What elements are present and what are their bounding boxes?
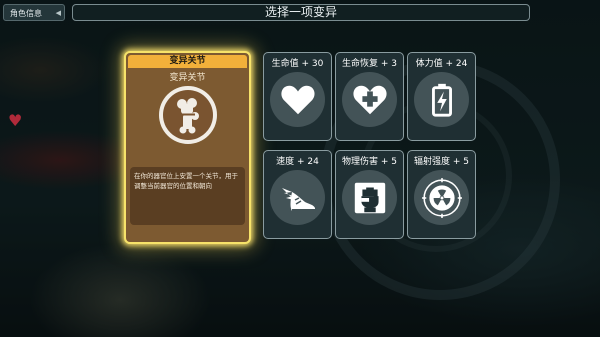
character-info-tab[interactable]: 角色信息 ◀	[3, 4, 65, 21]
option-label: 体力值 + 24	[415, 59, 468, 69]
fist-icon	[342, 170, 397, 225]
selected-mutation-card[interactable]: 变异关节 变异关节 在你的器官位上安置一个关节，用于调整当前器官的位置和朝向	[124, 51, 251, 244]
option-card-physical-damage[interactable]: 物理伤害 + 5	[335, 150, 404, 239]
background-heart-icon: ♥	[8, 111, 23, 130]
radiation-icon	[414, 170, 469, 225]
page-title: 选择一项变异	[72, 4, 530, 21]
option-label: 辐射强度 + 5	[414, 157, 469, 167]
option-label: 物理伤害 + 5	[342, 157, 397, 167]
bone-joint-icon	[159, 86, 217, 144]
selected-card-header: 变异关节	[128, 55, 247, 68]
option-label: 生命恢复 + 3	[342, 59, 397, 69]
battery-icon	[414, 72, 469, 127]
selected-card-description: 在你的器官位上安置一个关节，用于调整当前器官的位置和朝向	[130, 167, 245, 225]
option-label: 生命值 + 30	[271, 59, 324, 69]
selected-card-subtitle: 变异关节	[169, 73, 206, 83]
option-card-stamina[interactable]: 体力值 + 24	[407, 52, 476, 141]
winged-shoe-icon	[270, 170, 325, 225]
heart-plus-icon	[342, 72, 397, 127]
option-card-speed[interactable]: 速度 + 24	[263, 150, 332, 239]
character-info-label: 角色信息	[10, 9, 42, 18]
option-card-health-regen[interactable]: 生命恢复 + 3	[335, 52, 404, 141]
heart-icon	[270, 72, 325, 127]
option-card-radiation[interactable]: 辐射强度 + 5	[407, 150, 476, 239]
collapse-caret-icon: ◀	[55, 9, 61, 17]
option-label: 速度 + 24	[276, 157, 319, 167]
option-card-health[interactable]: 生命值 + 30	[263, 52, 332, 141]
